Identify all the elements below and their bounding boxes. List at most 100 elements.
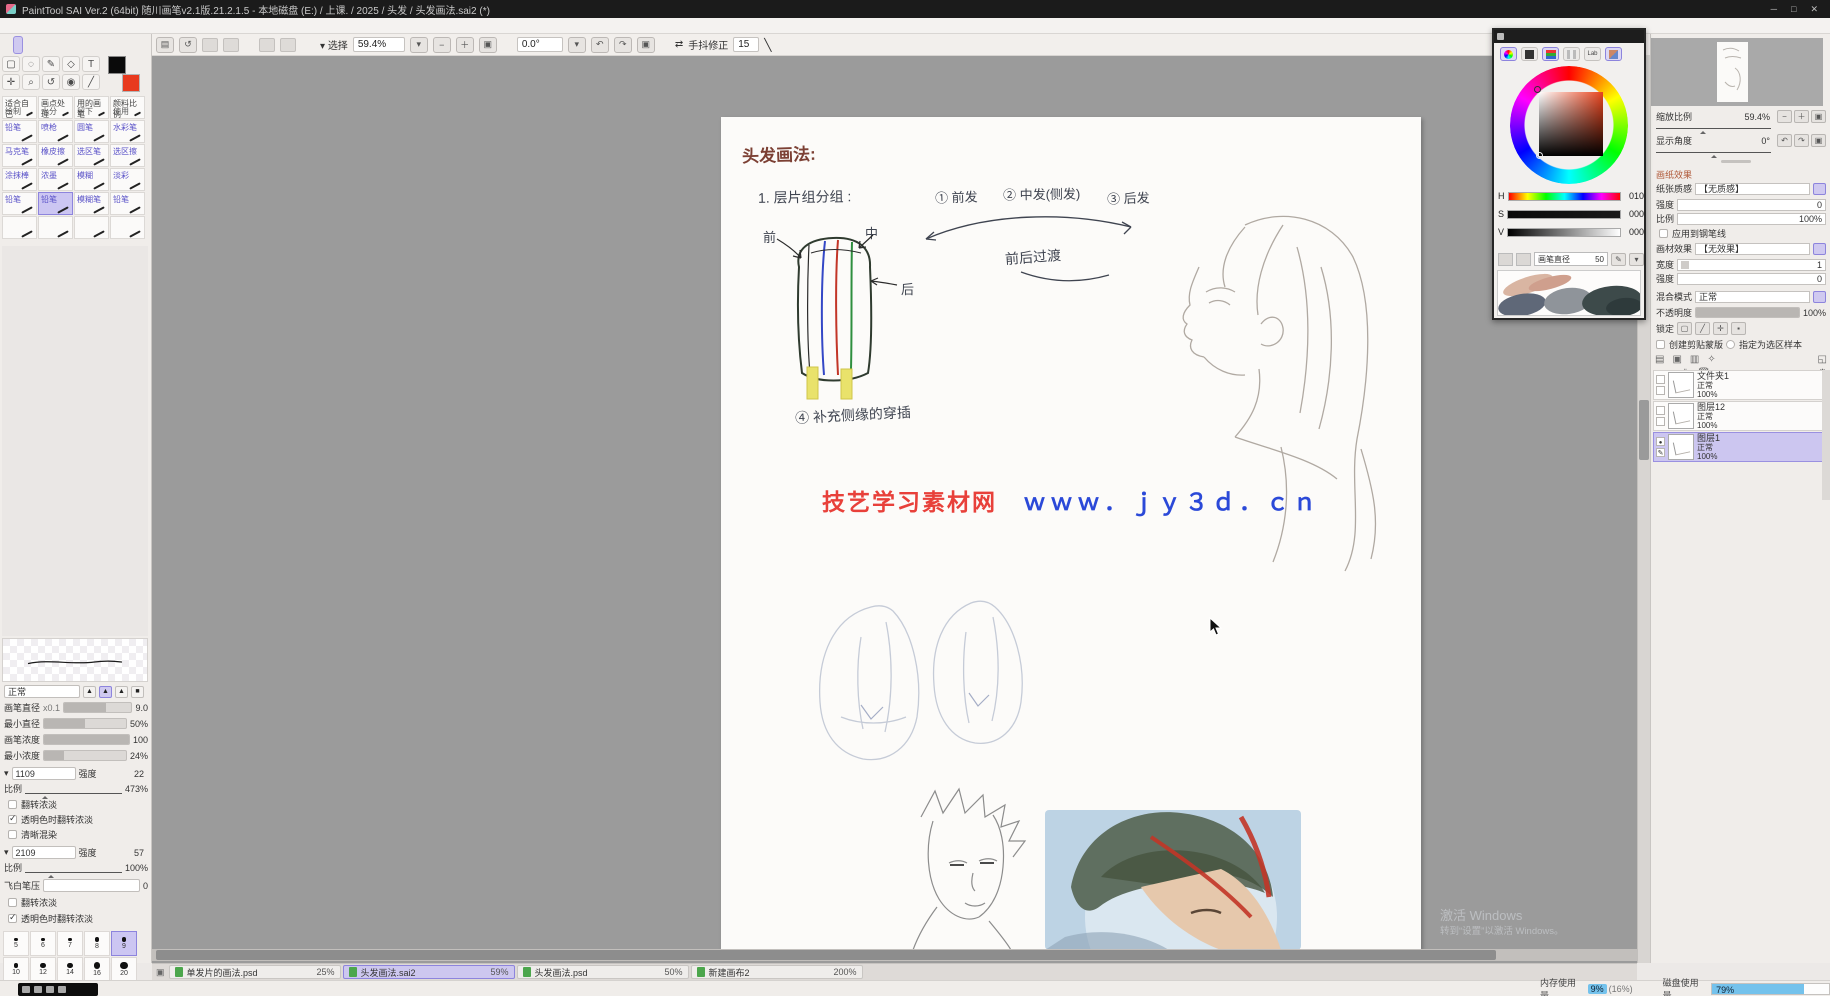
angle-menu-icon[interactable]: ▾	[568, 37, 586, 53]
swatch-tab-icon[interactable]	[1563, 47, 1580, 61]
tip-shape-icon[interactable]: ■	[131, 686, 144, 698]
brush-blend-select[interactable]: 正常	[4, 685, 80, 698]
lock-pen-icon[interactable]: ╱	[1695, 322, 1710, 335]
zoom-tool-icon[interactable]: ⌕	[22, 74, 40, 90]
canvas-page[interactable]: 头发画法: 1. 层片组分组 : ① 前发 ② 中发(侧发) ③ 后发 前后过渡…	[721, 117, 1421, 950]
color-scratchpad[interactable]	[1497, 270, 1641, 316]
hand-icon[interactable]: ◉	[62, 74, 80, 90]
brush-cell[interactable]: 橡皮擦	[38, 144, 73, 167]
left-panel-tab[interactable]	[35, 36, 43, 54]
undo-icon[interactable]: ↺	[179, 37, 197, 53]
brush-cell[interactable]: 铅笔	[2, 120, 37, 143]
paper-strength-input[interactable]: 0	[1677, 199, 1826, 211]
left-panel-tab[interactable]	[13, 36, 23, 54]
clipping-mask-checkbox[interactable]: 创建剪贴蒙版	[1656, 339, 1723, 351]
nav-angle-slider[interactable]	[1656, 146, 1826, 154]
brush-cell[interactable]: 浓墨	[38, 168, 73, 191]
rotate-ccw-icon[interactable]: ↶	[591, 37, 609, 53]
blend-mode-select[interactable]: 正常	[1695, 291, 1810, 303]
brush-cell[interactable]	[74, 216, 109, 239]
media-width-input[interactable]: 1	[1677, 259, 1826, 271]
min-size-slider[interactable]	[43, 718, 127, 729]
zoom-menu-icon[interactable]: ▾	[410, 37, 428, 53]
brush-cell[interactable]	[110, 216, 145, 239]
layer-row[interactable]: 文件夹1 正常 100%	[1653, 370, 1823, 400]
paper-texture-dropdown-icon[interactable]	[1813, 183, 1826, 195]
density-slider[interactable]	[43, 734, 130, 745]
brush-size-cell[interactable]: 6	[30, 931, 56, 956]
layer-list-scrollbar[interactable]	[1822, 370, 1830, 500]
brush-checkbox[interactable]: 透明色时翻转浓淡	[8, 813, 93, 825]
brush-checkbox[interactable]: 翻转浓淡	[8, 896, 93, 908]
lock-fill-icon[interactable]: ▪	[1731, 322, 1746, 335]
angle-input[interactable]: 0.0°	[517, 37, 563, 52]
texture2-ratio-slider[interactable]	[25, 863, 122, 873]
brush-cell[interactable]	[38, 216, 73, 239]
layer-edit-toggle[interactable]	[1656, 417, 1665, 426]
mixer-dropdown-icon[interactable]: ▾	[1629, 253, 1644, 266]
tip-shape-icon[interactable]: ▲	[83, 686, 96, 698]
mixer-size-field[interactable]: 画笔直径50	[1534, 252, 1608, 266]
canvas-viewport[interactable]: 头发画法: 1. 层片组分组 : ① 前发 ② 中发(侧发) ③ 后发 前后过渡…	[152, 56, 1637, 963]
brush-cell[interactable]: 模糊笔	[74, 192, 109, 215]
brush-cell[interactable]: 铅笔	[38, 192, 73, 215]
layer-edit-toggle[interactable]	[1656, 448, 1665, 457]
document-tab[interactable]: 头发画法.psd 50%	[517, 965, 689, 979]
v-slider[interactable]	[1507, 228, 1621, 237]
left-panel-tab[interactable]	[3, 36, 11, 54]
toolbar-swatch[interactable]	[202, 38, 218, 52]
sv-cursor[interactable]	[1536, 152, 1543, 159]
new-document-icon[interactable]: ▣	[156, 967, 165, 978]
rotate-icon[interactable]: ↺	[42, 74, 60, 90]
angle-reset-icon[interactable]: ▣	[637, 37, 655, 53]
color-panel[interactable]: Lab H 010 S 000 V 000 画笔直径50 ✎	[1492, 28, 1646, 320]
rotate-cw-icon[interactable]: ↷	[614, 37, 632, 53]
brush-cell[interactable]: 圆笔	[74, 120, 109, 143]
tip-shape-icon[interactable]: ▲	[115, 686, 128, 698]
texture2-select[interactable]: 2109	[12, 846, 76, 859]
brush-cell[interactable]: 铅笔	[2, 192, 37, 215]
brush-cell[interactable]: 喷枪	[38, 120, 73, 143]
pen-icon[interactable]: ✎	[42, 56, 60, 72]
texture1-select[interactable]: 1109	[12, 767, 76, 780]
panel-divider[interactable]	[1721, 160, 1751, 163]
panel-option-icon[interactable]: ◱	[1818, 354, 1827, 365]
layer-row[interactable]: 图层12 正常 100%	[1653, 401, 1823, 431]
eyedropper-icon[interactable]: ╱	[82, 74, 100, 90]
mixer-swatch[interactable]	[1498, 253, 1513, 266]
brush-checkbox[interactable]: 清晰混染	[8, 828, 93, 840]
brush-cell[interactable]: 涂抹棒	[2, 168, 37, 191]
left-panel-tab[interactable]	[25, 36, 33, 54]
brush-cell[interactable]: 适合自己 绘制	[2, 96, 37, 119]
color-wheel-tab-icon[interactable]	[1500, 47, 1517, 61]
brush-cell[interactable]: 颜料比例 使用	[110, 96, 145, 119]
blend-mode-dropdown-icon[interactable]	[1813, 291, 1826, 303]
scatter-input[interactable]	[43, 879, 140, 892]
selection-sample-radio[interactable]: 指定为选区样本	[1726, 339, 1802, 351]
zoom-input[interactable]: 59.4%	[353, 37, 405, 52]
diameter-slider[interactable]	[63, 702, 132, 713]
layer-row[interactable]: 图层1 正常 100%	[1653, 432, 1823, 462]
tip-shape-icon[interactable]: ▲	[99, 686, 112, 698]
document-tab[interactable]: 头发画法.sai2 59%	[343, 965, 515, 979]
clear-layer-icon[interactable]: ✧	[1707, 354, 1715, 365]
brush-size-cell[interactable]: 7	[57, 931, 83, 956]
brush-size-cell[interactable]: 8	[84, 931, 110, 956]
brush-size-cell[interactable]: 12	[30, 957, 56, 982]
paper-ratio-input[interactable]: 100%	[1677, 213, 1826, 225]
brush-cell[interactable]: 模糊	[74, 168, 109, 191]
move-icon[interactable]: ✛	[2, 74, 20, 90]
maximize-button[interactable]: □	[1791, 4, 1796, 15]
mixer-brush-icon[interactable]: ✎	[1611, 253, 1626, 266]
layer-visibility-toggle[interactable]	[1656, 375, 1665, 384]
layer-edit-toggle[interactable]	[1656, 386, 1665, 395]
media-effect-dropdown-icon[interactable]	[1813, 243, 1826, 255]
line-tool-icon[interactable]: ╲	[764, 38, 771, 52]
nav-zoom-slider[interactable]	[1656, 122, 1826, 130]
layer-visibility-toggle[interactable]	[1656, 437, 1665, 446]
minimize-button[interactable]: ─	[1771, 4, 1777, 15]
brush-cell[interactable]: 水彩笔	[110, 120, 145, 143]
new-view-icon[interactable]: ▤	[156, 37, 174, 53]
brush-size-cell[interactable]: 16	[84, 957, 110, 982]
shape-icon[interactable]: ◇	[62, 56, 80, 72]
